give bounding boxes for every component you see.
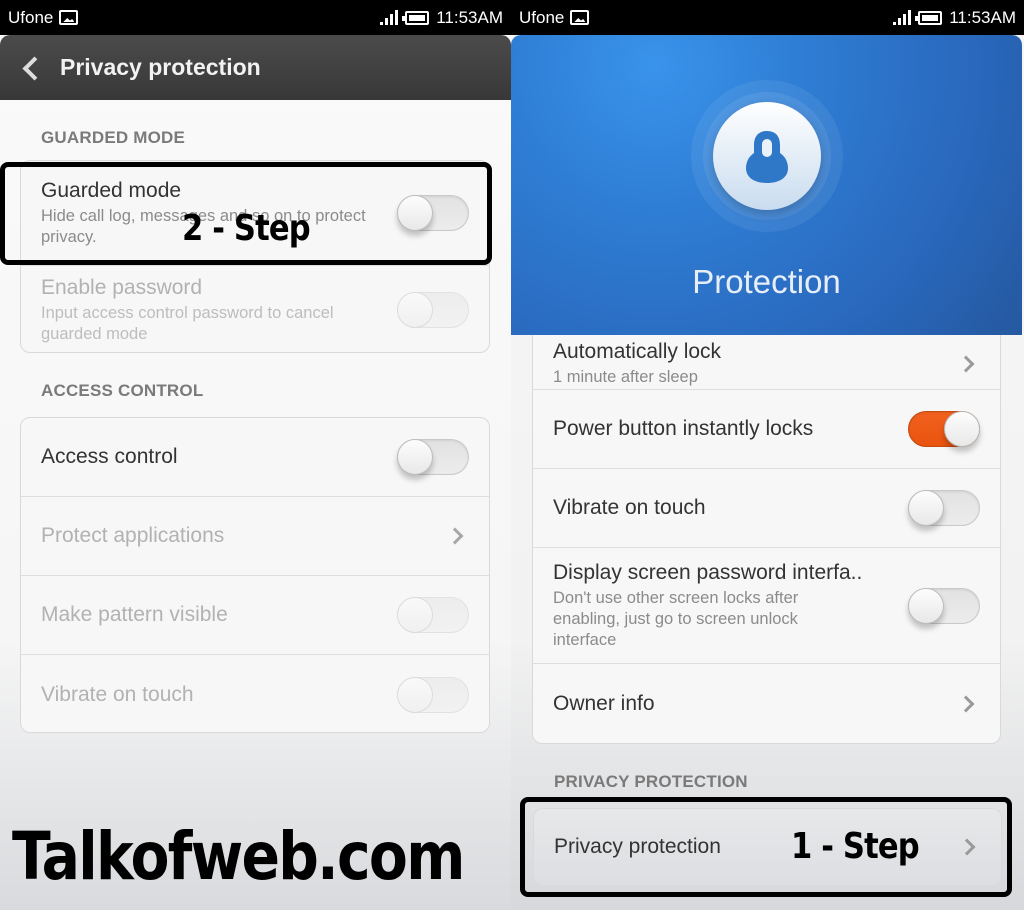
toggle-knob — [397, 195, 433, 231]
vibrate-on-touch-label: Vibrate on touch — [41, 682, 194, 706]
protection-title: Protection — [692, 263, 841, 300]
privacy-protection-row[interactable]: Privacy protection — [534, 809, 1001, 885]
title-bar: Privacy protection — [0, 35, 511, 100]
vibrate-on-touch-row: Vibrate on touch — [21, 655, 489, 732]
carrier-name: Ufone — [8, 7, 54, 27]
display-screen-password-row[interactable]: Display screen password interfa.. Don't … — [533, 548, 1000, 664]
display-screen-password-label: Display screen password interfa.. — [553, 561, 863, 584]
guarded-mode-label: Guarded mode — [41, 179, 182, 202]
display-screen-password-description: Don't use other screen locks after enabl… — [553, 589, 799, 649]
enable-password-description: Input access control password to cancel … — [41, 304, 334, 343]
make-pattern-visible-toggle — [397, 597, 469, 633]
make-pattern-visible-label: Make pattern visible — [41, 603, 228, 626]
automatically-lock-value: 1 minute after sleep — [553, 368, 698, 386]
section-header-privacy-protection: PRIVACY PROTECTION — [554, 772, 748, 791]
power-button-locks-toggle[interactable] — [908, 411, 980, 447]
owner-info-label: Owner info — [553, 692, 655, 715]
toggle-knob — [908, 587, 944, 624]
status-bar: Ufone 11:53AM — [0, 0, 511, 35]
lock-icon — [746, 131, 788, 183]
chevron-right-icon — [960, 354, 974, 374]
vibrate-on-touch-toggle[interactable] — [908, 490, 980, 526]
chevron-right-icon — [960, 694, 974, 714]
display-screen-password-toggle[interactable] — [908, 587, 980, 624]
protection-header: Protection — [511, 35, 1022, 335]
clock: 11:53AM — [436, 7, 503, 27]
section-header-guarded-mode: GUARDED MODE — [41, 128, 186, 147]
power-button-locks-label: Power button instantly locks — [553, 417, 814, 440]
toggle-knob — [908, 490, 944, 526]
chevron-right-icon — [961, 837, 975, 857]
owner-info-row[interactable]: Owner info — [533, 664, 1000, 743]
toggle-knob — [397, 292, 433, 328]
vibrate-on-touch-toggle — [397, 676, 469, 713]
access-control-row[interactable]: Access control — [21, 418, 489, 497]
back-arrow-icon[interactable] — [18, 53, 46, 83]
privacy-protection-card: Privacy protection — [533, 808, 1002, 886]
access-control-label: Access control — [41, 445, 178, 468]
status-bar: Ufone 11:53AM — [511, 0, 1024, 35]
access-control-toggle[interactable] — [397, 439, 469, 475]
guarded-mode-card: Guarded mode Hide call log, messages and… — [20, 160, 490, 353]
guarded-mode-toggle[interactable] — [397, 195, 469, 231]
chevron-right-icon — [449, 526, 463, 546]
protect-applications-label: Protect applications — [41, 524, 225, 547]
vibrate-on-touch-label: Vibrate on touch — [553, 496, 706, 519]
power-button-locks-row[interactable]: Power button instantly locks — [533, 390, 1000, 469]
left-screen: Ufone 11:53AM Privacy protection GUARDED… — [0, 0, 511, 910]
protect-applications-row: Protect applications — [21, 497, 489, 576]
picture-notification-icon — [59, 10, 79, 25]
signal-icon — [893, 10, 912, 25]
lock-settings-card: Automatically lock 1 minute after sleep … — [532, 310, 1001, 744]
toggle-knob — [397, 597, 433, 633]
vibrate-on-touch-row[interactable]: Vibrate on touch — [533, 469, 1000, 548]
carrier-name: Ufone — [519, 7, 565, 27]
step-1-annotation: 1 - Step — [791, 826, 920, 867]
enable-password-label: Enable password — [41, 276, 203, 299]
toggle-knob — [397, 676, 433, 713]
toggle-knob — [397, 439, 433, 475]
toggle-knob — [944, 411, 980, 447]
battery-icon — [402, 10, 430, 25]
battery-icon — [915, 10, 943, 25]
enable-password-row: Enable password Input access control pas… — [21, 266, 489, 352]
access-control-card: Access control Protect applications Make… — [20, 417, 490, 733]
page-title: Privacy protection — [60, 54, 261, 80]
enable-password-toggle — [397, 292, 469, 328]
automatically-lock-label: Automatically lock — [553, 340, 722, 363]
clock: 11:53AM — [949, 7, 1016, 27]
section-header-access-control: ACCESS CONTROL — [41, 381, 204, 400]
watermark: Talkofweb.com — [12, 818, 465, 895]
picture-notification-icon — [570, 10, 590, 25]
make-pattern-visible-row: Make pattern visible — [21, 576, 489, 655]
signal-icon — [380, 10, 399, 25]
step-2-annotation: 2 - Step — [182, 208, 311, 249]
right-screen: Ufone 11:53AM Automatically lock 1 minut… — [511, 0, 1024, 910]
